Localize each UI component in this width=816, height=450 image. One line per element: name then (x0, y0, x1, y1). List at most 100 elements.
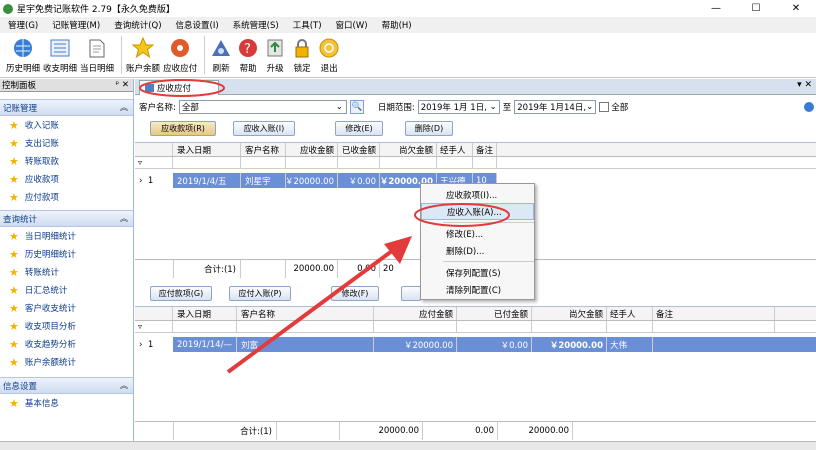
nav-transfer-stats[interactable]: ★ 转账统计 (0, 263, 133, 281)
tab-strip-controls[interactable]: ▾ ✕ (797, 80, 812, 90)
cell-date[interactable]: 2019/1/4/五 (173, 173, 241, 188)
status-bar (0, 441, 816, 450)
col-handler[interactable]: 经手人 (607, 307, 653, 320)
menu-manage[interactable]: 管理(G) (8, 19, 38, 31)
nav-trend-analysis[interactable]: ★ 收支趋势分析 (0, 335, 133, 353)
payable-items-button[interactable]: 应付款项(G) (150, 286, 212, 301)
receivable-items-button[interactable]: 应收款项(R) (150, 121, 216, 136)
menu-query[interactable]: 查询统计(Q) (114, 19, 161, 31)
control-panel-header: 控制面板 ᵖ ✕ (0, 79, 133, 92)
cell-handler[interactable]: 大伟 (607, 337, 653, 352)
col-note[interactable]: 备注 (653, 307, 775, 320)
close-button[interactable]: ✕ (776, 3, 816, 14)
upgrade-icon (263, 36, 287, 60)
maximize-button[interactable]: ☐ (736, 3, 776, 14)
collapse-icon[interactable]: ︽ (120, 102, 128, 113)
menu-tools[interactable]: 工具(T) (293, 19, 322, 31)
chevron-down-icon: ⌄ (586, 102, 594, 112)
menu-window[interactable]: 窗口(W) (336, 19, 368, 31)
collapse-icon[interactable]: ︽ (120, 213, 128, 224)
col-owed[interactable]: 尚欠金额 (532, 307, 607, 320)
star-icon: ★ (9, 172, 19, 186)
receivable-filter-row: ▿ (135, 157, 816, 169)
col-date[interactable]: 录入日期 (173, 143, 241, 156)
all-checkbox[interactable] (599, 102, 610, 112)
menu-item-clear-columns[interactable]: 清除列配置(C) (421, 281, 534, 298)
panel-pin-close[interactable]: ᵖ ✕ (116, 80, 129, 90)
search-icon[interactable]: 🔍 (349, 100, 364, 114)
minimize-button[interactable]: — (696, 3, 736, 14)
collapse-icon[interactable]: ︽ (120, 380, 128, 391)
upgrade-button[interactable]: 升级 (263, 33, 287, 74)
col-received[interactable]: 已收金额 (338, 143, 380, 156)
income-expense-detail-button[interactable]: 收支明细 (43, 33, 77, 74)
menu-help[interactable]: 帮助(H) (382, 19, 412, 31)
date-from-field[interactable]: 2019年 1月 1日, ⌄ (417, 100, 500, 114)
receivable-payable-button[interactable]: 应收应付 (163, 33, 197, 74)
customer-label: 客户名称: (139, 103, 176, 113)
receivable-edit-button[interactable]: 修改(E) (335, 121, 383, 136)
today-detail-button[interactable]: 当日明细 (80, 33, 114, 74)
nav-expense-entry[interactable]: ★ 支出记账 (0, 134, 133, 152)
help-button[interactable]: ? 帮助 (236, 33, 260, 74)
account-balance-button[interactable]: 账户余额 (126, 33, 160, 74)
col-handler[interactable]: 经手人 (437, 143, 473, 156)
menu-item-save-columns[interactable]: 保存列配置(S) (421, 264, 534, 281)
nav-item-analysis[interactable]: ★ 收支项目分析 (0, 317, 133, 335)
nav-transfer[interactable]: ★ 转账取款 (0, 152, 133, 170)
menu-info-settings[interactable]: 信息设置(I) (176, 19, 219, 31)
col-note[interactable]: 备注 (473, 143, 497, 156)
nav-today-stats[interactable]: ★ 当日明细统计 (0, 227, 133, 245)
payable-total-owed: 20000.00 (498, 422, 573, 440)
payable-count: 合计:(1) (173, 422, 277, 440)
nav-balance-stats[interactable]: ★ 账户余额统计 (0, 353, 133, 371)
menu-accounting[interactable]: 记账管理(M) (52, 19, 100, 31)
tab-strip: ▾ ✕ (135, 79, 816, 95)
receivable-grid: 录入日期 客户名称 应收金额 已收金额 尚欠金额 经手人 备注 ▿ › 1 20… (135, 142, 816, 188)
receivable-entry-button[interactable]: 应收入账(I) (233, 121, 295, 136)
section-accounting[interactable]: 记账管理 ︽ (0, 99, 133, 116)
star-icon: ★ (9, 301, 19, 315)
filter-bar: 客户名称: 全部 ⌄ 🔍 日期范围: 2019年 1月 1日, ⌄ 至 2019年 … (135, 97, 816, 117)
date-to-field[interactable]: 2019年 1月14日, ⌄ (514, 100, 597, 114)
date-range-label: 日期范围: (377, 103, 415, 113)
cell-note[interactable] (653, 337, 816, 352)
star-icon: ★ (9, 154, 19, 168)
cd-icon (168, 36, 192, 60)
cell-received[interactable]: ￥0.00 (338, 173, 380, 188)
nav-customer-stats[interactable]: ★ 客户收支统计 (0, 299, 133, 317)
cell-paid[interactable]: ￥0.00 (457, 337, 532, 352)
history-detail-button[interactable]: 历史明细 (6, 33, 40, 74)
control-panel: 控制面板 ᵖ ✕ 记账管理 ︽ ★ 收入记账 ★ 支出记账 ★ 转账取款 ★ 应收款项 ★… (0, 79, 134, 450)
col-customer[interactable]: 客户名称 (241, 143, 286, 156)
info-icon[interactable] (804, 102, 814, 112)
window-title: 星宇免费记账软件 2.79【永久免费版】 (17, 5, 175, 15)
nav-income-entry[interactable]: ★ 收入记账 (0, 116, 133, 134)
nav-receivables[interactable]: ★ 应收款项 (0, 170, 133, 188)
receivable-delete-button[interactable]: 删除(D) (405, 121, 453, 136)
nav-history-stats[interactable]: ★ 历史明细统计 (0, 245, 133, 263)
svg-text:?: ? (244, 42, 251, 57)
cell-customer[interactable]: 刘星宇 (241, 173, 286, 188)
nav-daily-summary[interactable]: ★ 日汇总统计 (0, 281, 133, 299)
customer-select[interactable]: 全部 ⌄ (178, 100, 347, 114)
cell-owed[interactable]: ￥20000.00 (532, 337, 607, 352)
nav-basic-info[interactable]: ★ 基本信息 (0, 394, 133, 412)
section-info-settings[interactable]: 信息设置 ︽ (0, 377, 133, 394)
nav-payables[interactable]: ★ 应付款项 (0, 188, 133, 206)
section-query[interactable]: 查询统计 ︽ (0, 210, 133, 227)
col-paid[interactable]: 已付金额 (457, 307, 532, 320)
toolbar-separator (121, 36, 123, 74)
menu-item-delete[interactable]: 删除(D)... (421, 242, 534, 259)
menu-system[interactable]: 系统管理(S) (233, 19, 279, 31)
toolbar-separator (204, 36, 206, 74)
refresh-button[interactable]: 刷新 (209, 33, 233, 74)
col-owed[interactable]: 尚欠金额 (380, 143, 437, 156)
filter-icon[interactable]: ▿ (135, 321, 173, 332)
lock-button[interactable]: 锁定 (290, 33, 314, 74)
title-bar: 星宇免费记账软件 2.79【永久免费版】 — ☐ ✕ (0, 0, 816, 17)
col-due[interactable]: 应收金额 (286, 143, 338, 156)
cell-due[interactable]: ￥20000.00 (286, 173, 338, 188)
filter-icon[interactable]: ▿ (135, 157, 173, 168)
exit-button[interactable]: 退出 (317, 33, 341, 74)
